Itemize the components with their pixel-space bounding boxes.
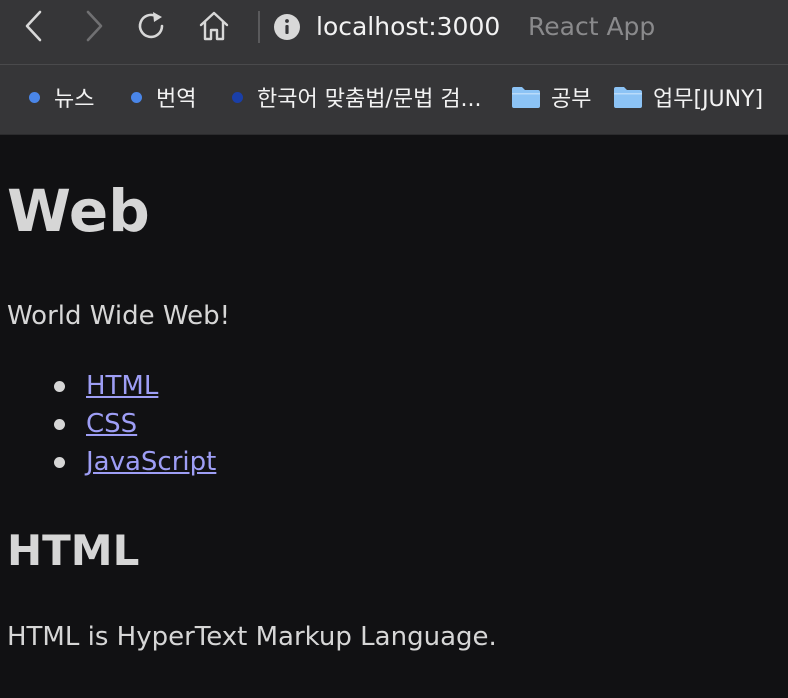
reload-button[interactable] <box>134 8 170 44</box>
bookmark-label: 한국어 맞춤법/문법 검... <box>257 87 482 112</box>
article-title: HTML <box>7 526 140 575</box>
bullet-icon <box>54 457 65 468</box>
reload-icon <box>138 12 164 39</box>
tab-title: React App <box>528 12 656 41</box>
topic-link-css[interactable]: CSS <box>86 405 137 443</box>
bookmark-favicon-icon <box>232 91 243 103</box>
page-title: Web <box>7 177 150 245</box>
forward-button[interactable] <box>76 8 112 44</box>
folder-icon <box>512 87 540 108</box>
bookmark-label: 뉴스 <box>54 87 95 112</box>
chevron-right-icon <box>86 10 103 42</box>
back-button[interactable] <box>16 8 52 44</box>
bookmark-label: 번역 <box>156 87 197 112</box>
bullet-icon <box>54 419 65 430</box>
topic-link-javascript[interactable]: JavaScript <box>86 443 216 481</box>
browser-chrome: localhost:3000 React App 뉴스 번역 한국어 맞춤법/문… <box>0 0 788 135</box>
bookmark-favicon-icon <box>131 91 142 103</box>
bookmark-folder-work[interactable]: 업무[JUNY] <box>613 82 763 112</box>
info-icon[interactable] <box>273 13 301 41</box>
home-button[interactable] <box>196 8 232 44</box>
page-content: Web World Wide Web! HTML CSS JavaScript … <box>0 135 788 698</box>
bookmark-translate[interactable]: 번역 <box>131 82 196 112</box>
bookmark-favicon-icon <box>29 91 40 103</box>
bookmark-news[interactable]: 뉴스 <box>29 82 94 112</box>
bookmark-label: 공부 <box>551 87 592 112</box>
browser-toolbar: localhost:3000 React App <box>0 0 788 65</box>
bookmark-folder-study[interactable]: 공부 <box>511 82 591 112</box>
page-intro: World Wide Web! <box>7 301 231 331</box>
bullet-icon <box>54 381 65 392</box>
folder-icon <box>614 87 642 108</box>
chevron-left-icon <box>25 10 42 42</box>
bookmark-label: 업무[JUNY] <box>653 87 764 112</box>
article-body: HTML is HyperText Markup Language. <box>7 622 497 652</box>
toolbar-divider <box>258 11 260 43</box>
home-icon <box>199 11 229 41</box>
topic-link-html[interactable]: HTML <box>86 367 158 405</box>
bookmarks-bar: 뉴스 번역 한국어 맞춤법/문법 검... 공부 업무[JUNY] <box>0 65 788 135</box>
url-host[interactable]: localhost:3000 <box>316 10 500 44</box>
bookmark-spellcheck[interactable]: 한국어 맞춤법/문법 검... <box>232 82 482 112</box>
